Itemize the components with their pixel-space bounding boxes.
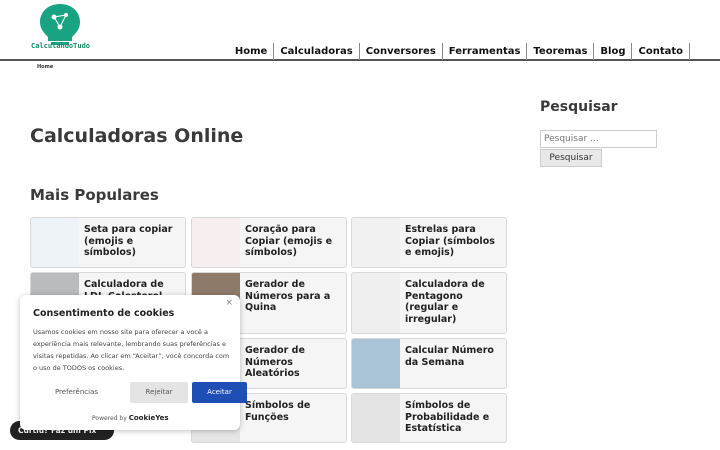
main-nav: Home Calculadoras Conversores Ferramenta… bbox=[229, 43, 690, 60]
card-thumbnail bbox=[352, 218, 400, 267]
card-thumbnail bbox=[352, 273, 400, 333]
card-thumbnail bbox=[352, 394, 400, 442]
card-thumbnail bbox=[352, 339, 400, 388]
accept-button[interactable]: Aceitar bbox=[192, 382, 247, 403]
card-label: Gerador de Números para a Quina bbox=[245, 279, 331, 313]
nav-contato[interactable]: Contato bbox=[632, 43, 690, 60]
card-label: Estrelas para Copiar (símbolos e emojis) bbox=[405, 224, 495, 258]
nav-conversores[interactable]: Conversores bbox=[360, 43, 443, 60]
card-label: Gerador de Números Aleatórios bbox=[245, 345, 305, 379]
powered-by: Powered by CookieYes bbox=[92, 414, 169, 422]
site-header: CalculandoTudo Home Calculadoras Convers… bbox=[0, 0, 720, 61]
nav-ferramentas[interactable]: Ferramentas bbox=[443, 43, 528, 60]
card-thumbnail bbox=[31, 218, 79, 267]
logo-text[interactable]: CalculandoTudo bbox=[31, 42, 90, 50]
cookie-consent-dialog: × Consentimento de cookies Usamos cookie… bbox=[20, 295, 247, 430]
search-button[interactable]: Pesquisar bbox=[540, 149, 602, 167]
nav-teoremas[interactable]: Teoremas bbox=[527, 43, 595, 60]
search-input[interactable]: Pesquisar ... bbox=[540, 130, 657, 148]
card-coracao[interactable]: Coração para Copiar (emojis e símbolos) bbox=[191, 217, 347, 268]
reject-button[interactable]: Rejeitar bbox=[130, 382, 188, 403]
card-label: Coração para Copiar (emojis e símbolos) bbox=[245, 224, 333, 258]
sidebar-title: Pesquisar bbox=[540, 99, 618, 115]
section-title: Mais Populares bbox=[30, 186, 159, 204]
card-label: Símbolos de Probabilidade e Estatística bbox=[405, 400, 490, 434]
consent-text: Usamos cookies em nosso site para oferec… bbox=[33, 328, 230, 372]
close-icon[interactable]: × bbox=[225, 298, 233, 308]
card-seta[interactable]: Seta para copiar (emojis e símbolos) bbox=[30, 217, 186, 268]
nav-calculadoras[interactable]: Calculadoras bbox=[274, 43, 360, 60]
cookieyes-logo[interactable]: CookieYes bbox=[129, 414, 169, 422]
card-thumbnail bbox=[192, 218, 240, 267]
nav-blog[interactable]: Blog bbox=[594, 43, 633, 60]
card-label: Símbolos de Funções bbox=[245, 400, 311, 423]
consent-title: Consentimento de cookies bbox=[33, 308, 175, 319]
powered-by-label: Powered by bbox=[92, 415, 127, 422]
card-label: Calcular Número da Semana bbox=[405, 345, 494, 368]
card-probabilidade[interactable]: Símbolos de Probabilidade e Estatística bbox=[351, 393, 507, 443]
card-semana[interactable]: Calcular Número da Semana bbox=[351, 338, 507, 389]
card-label: Seta para copiar (emojis e símbolos) bbox=[84, 224, 173, 258]
page-title: Calculadoras Online bbox=[30, 125, 244, 147]
card-pentagono[interactable]: Calculadora de Pentagono (regular e irre… bbox=[351, 272, 507, 334]
breadcrumb[interactable]: Home bbox=[37, 64, 53, 70]
preferences-button[interactable]: Preferências bbox=[33, 382, 120, 403]
card-estrelas[interactable]: Estrelas para Copiar (símbolos e emojis) bbox=[351, 217, 507, 268]
card-label: Calculadora de Pentagono (regular e irre… bbox=[405, 279, 485, 325]
nav-home[interactable]: Home bbox=[229, 43, 275, 60]
